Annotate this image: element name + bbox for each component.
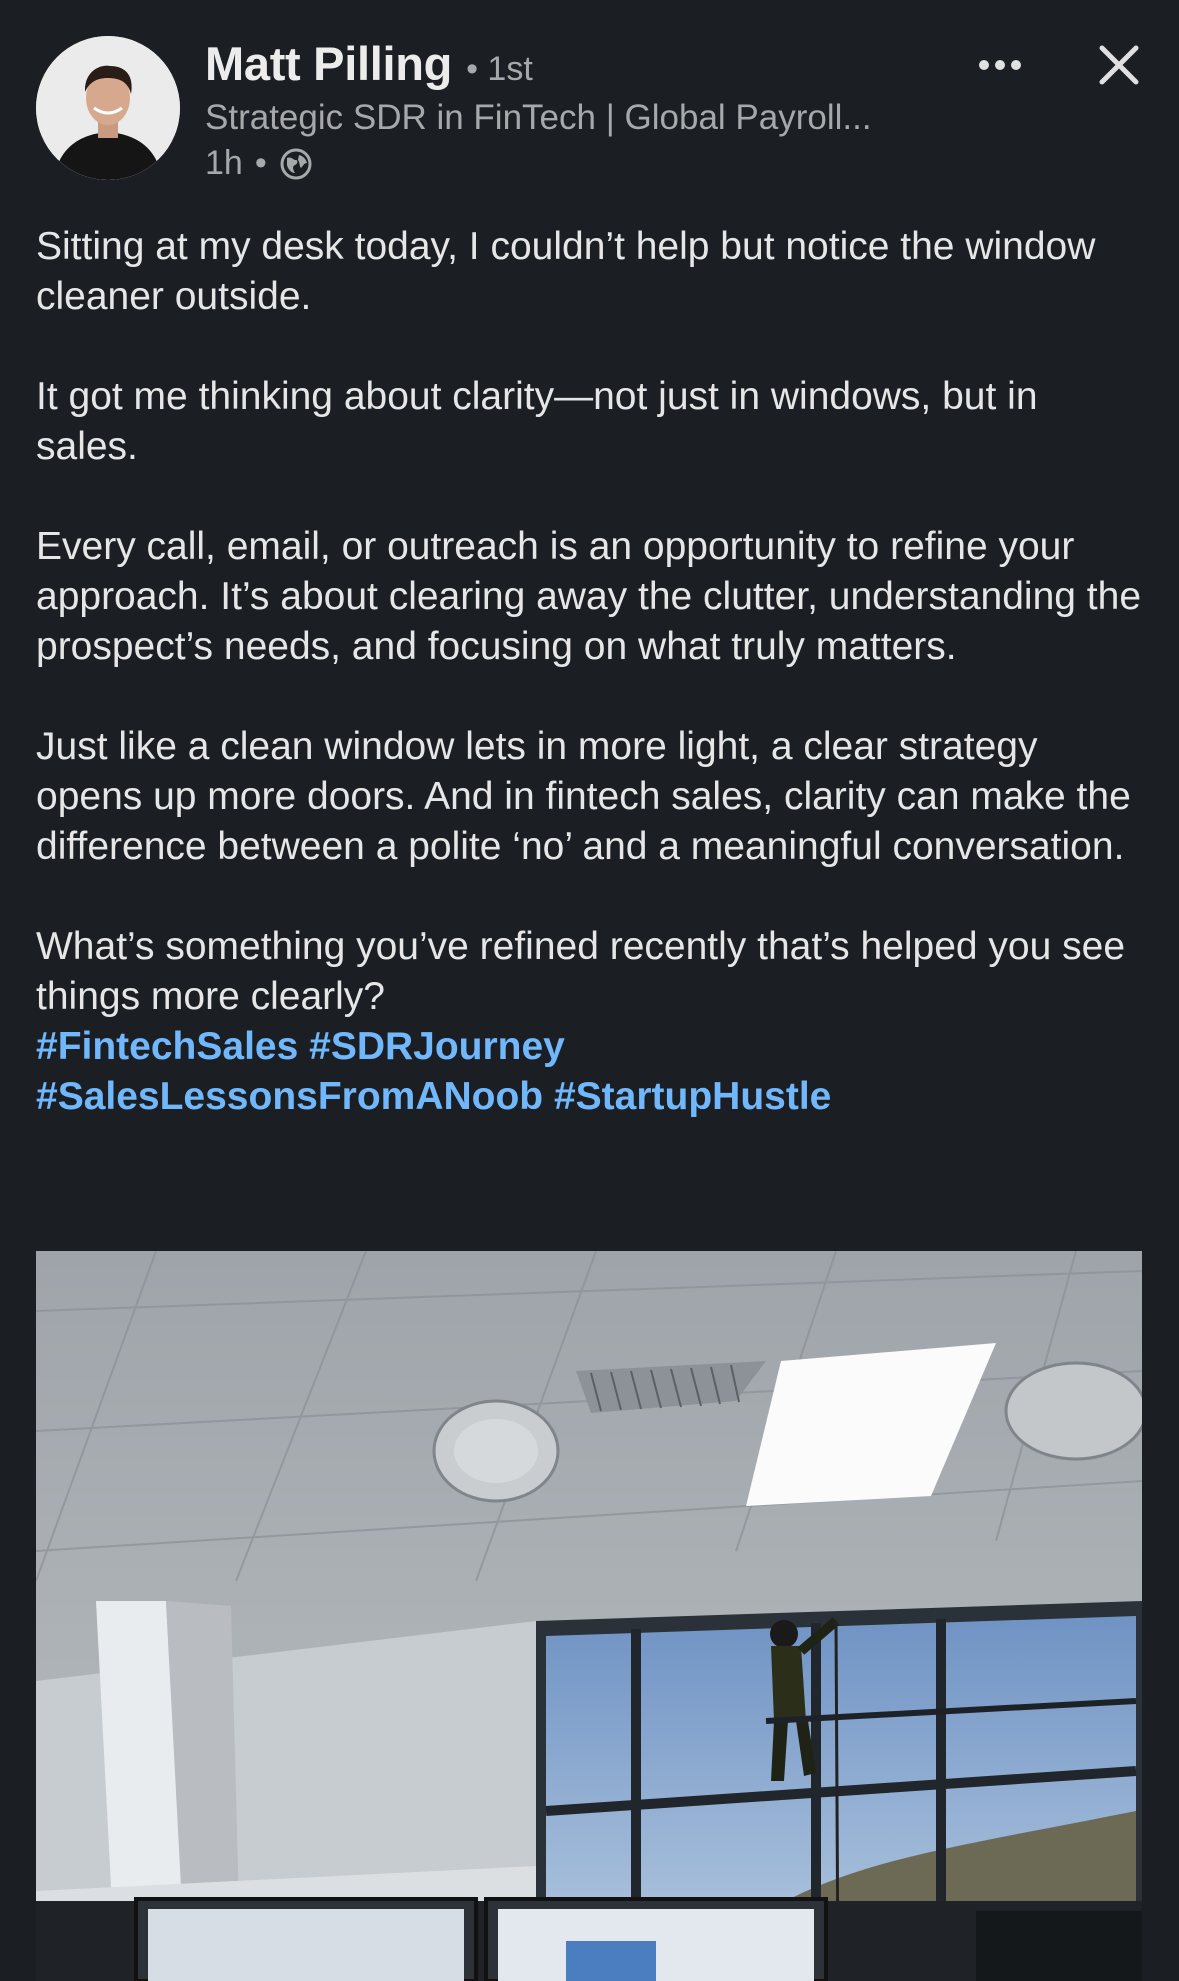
post-image[interactable] [36, 1251, 1142, 1981]
post-time: 1h [205, 144, 243, 182]
hashtag-link[interactable]: #FintechSales [36, 1025, 298, 1068]
hashtag-link[interactable]: #StartupHustle [554, 1075, 831, 1118]
meta-separator: • [254, 144, 267, 182]
author-headline: Strategic SDR in FinTech | Global Payrol… [205, 98, 872, 137]
globe-icon [279, 147, 313, 181]
more-options-button[interactable] [972, 40, 1028, 90]
post-meta: 1h • [205, 144, 872, 183]
post-text: Sitting at my desk today, I couldn’t hel… [36, 222, 1146, 1122]
author-avatar[interactable] [36, 36, 180, 180]
post-paragraph: What’s something you’ve refined recently… [36, 925, 1126, 1018]
hashtag-list: #FintechSales #SDRJourney #SalesLessonsF… [36, 1022, 1146, 1122]
post-paragraph: It got me thinking about clarity—not jus… [36, 375, 1038, 468]
more-horizontal-icon [979, 60, 1021, 70]
post-paragraph: Every call, email, or outreach is an opp… [36, 525, 1142, 668]
connection-degree: • 1st [466, 50, 533, 88]
hashtag-link[interactable]: #SalesLessonsFromANoob [36, 1075, 543, 1118]
close-button[interactable] [1090, 36, 1148, 94]
post-paragraph: Sitting at my desk today, I couldn’t hel… [36, 225, 1096, 318]
office-window-cleaner-photo [36, 1251, 1142, 1981]
author-name-line: Matt Pilling • 1st [205, 36, 872, 94]
post-header: Matt Pilling • 1st Strategic SDR in FinT… [0, 0, 1179, 200]
author-info: Matt Pilling • 1st Strategic SDR in FinT… [205, 36, 872, 183]
hashtag-link[interactable]: #SDRJourney [309, 1025, 565, 1068]
close-icon [1099, 45, 1139, 85]
post-paragraph: Just like a clean window lets in more li… [36, 725, 1131, 868]
avatar-photo [36, 36, 180, 180]
author-name[interactable]: Matt Pilling [205, 36, 452, 91]
